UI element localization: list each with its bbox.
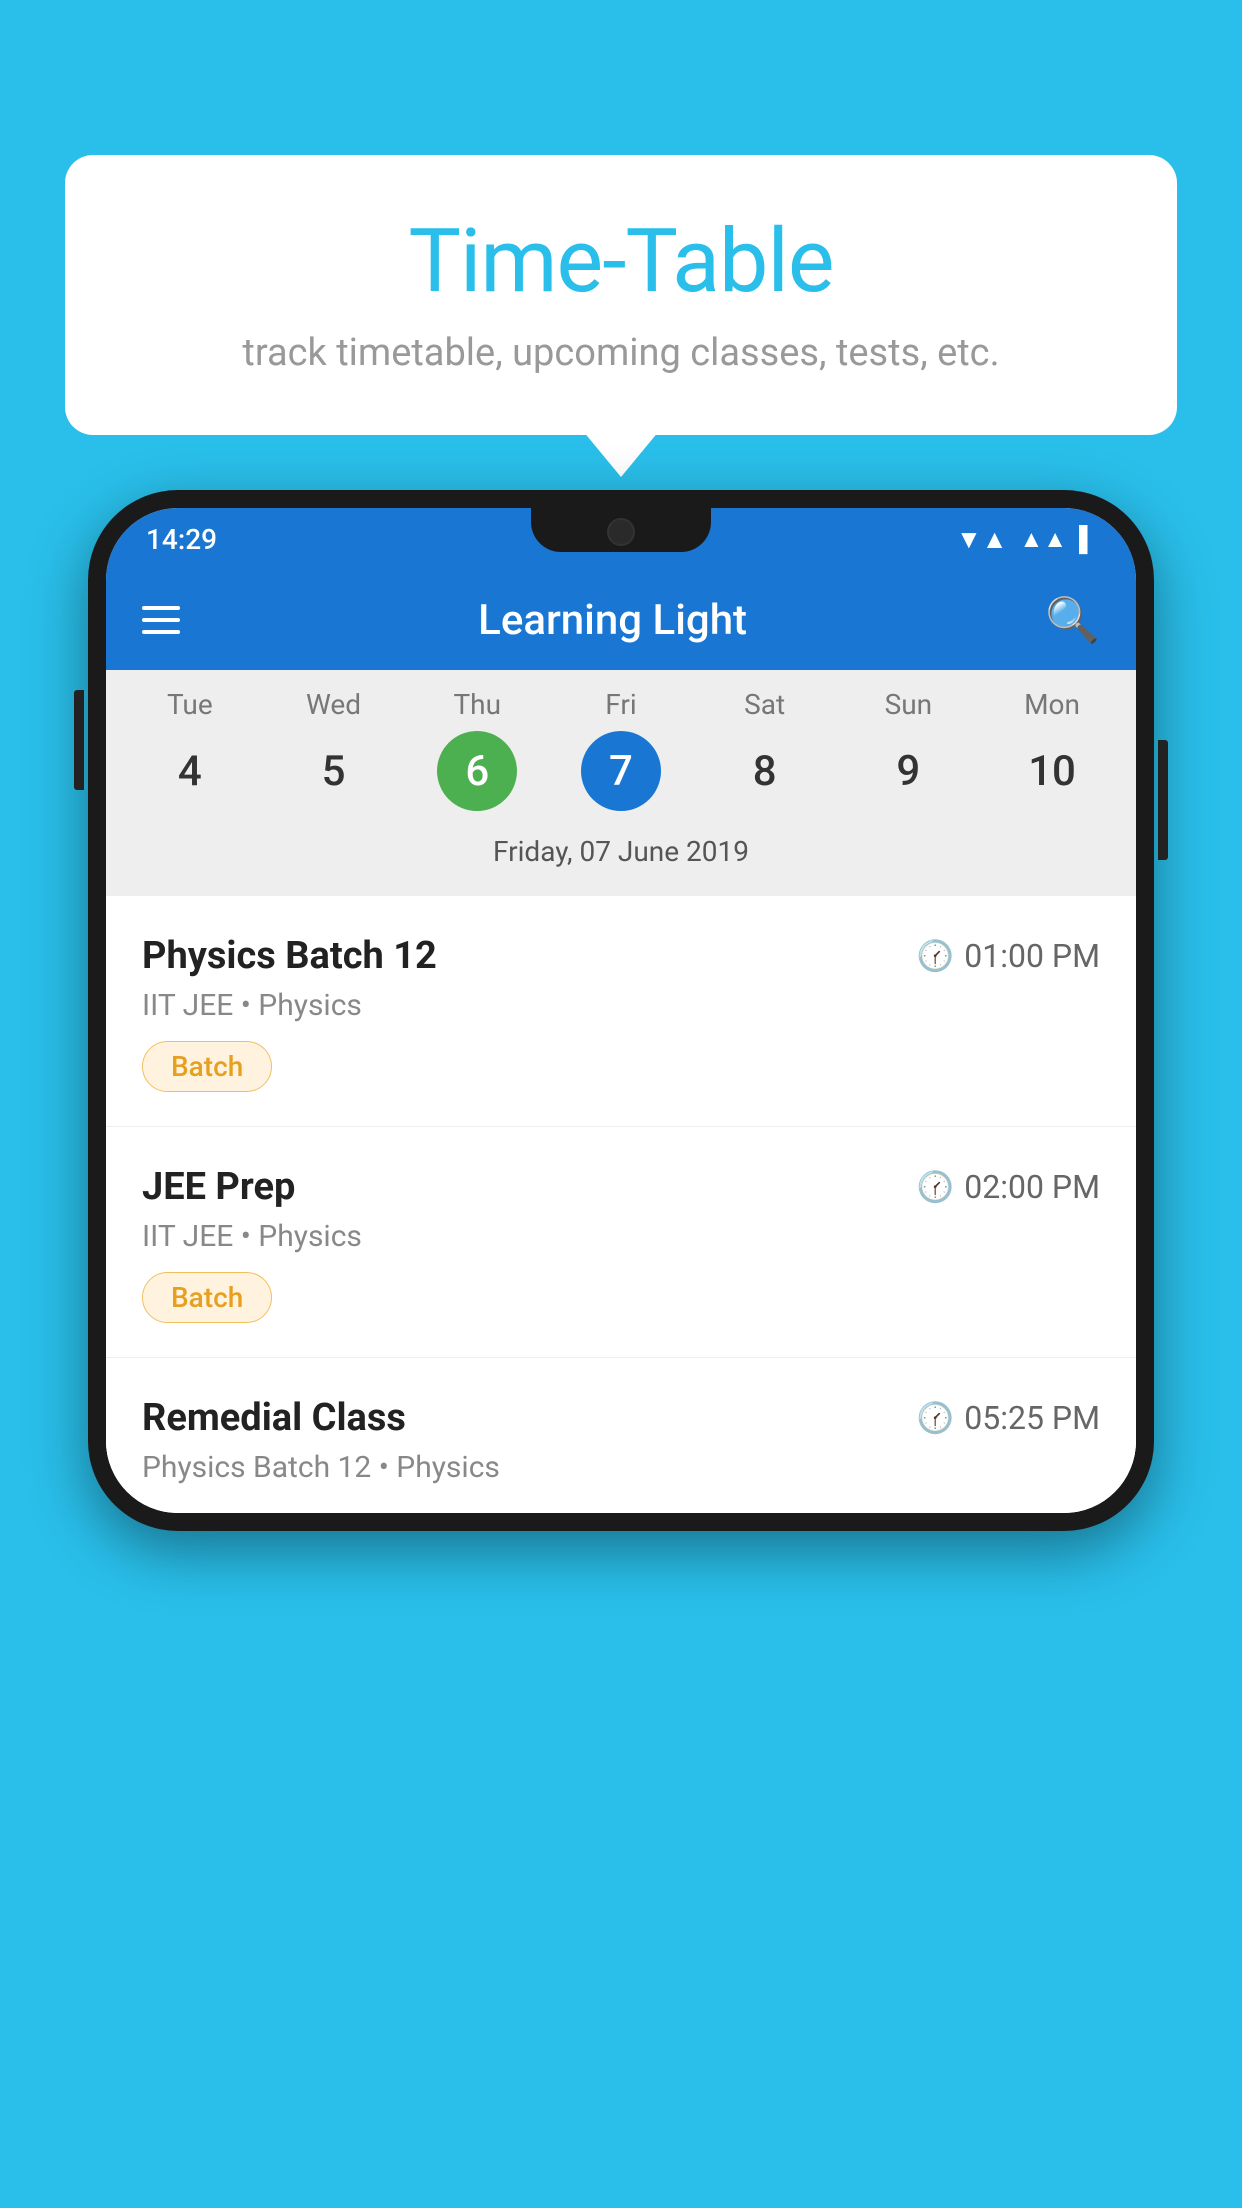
day-num-sun: 9 bbox=[868, 731, 948, 811]
schedule-item-3[interactable]: Remedial Class 🕜 05:25 PM Physics Batch … bbox=[106, 1358, 1136, 1513]
schedule-item-1-sub: IIT JEE • Physics bbox=[142, 988, 1100, 1023]
phone-camera bbox=[607, 518, 635, 546]
speech-bubble: Time-Table track timetable, upcoming cla… bbox=[65, 155, 1177, 435]
day-num-thu: 6 bbox=[437, 731, 517, 811]
day-num-wed: 5 bbox=[294, 731, 374, 811]
calendar-days-row: Tue 4 Wed 5 Thu 6 Fri 7 bbox=[106, 688, 1136, 811]
schedule-item-1-name: Physics Batch 12 bbox=[142, 934, 437, 978]
phone-button-right bbox=[1158, 740, 1168, 860]
phone-mockup: 14:29 ▼▲ ▲▲ ▌ Learning Light 🔍 bbox=[88, 490, 1154, 1531]
schedule-item-1-time: 🕜 01:00 PM bbox=[917, 937, 1100, 975]
schedule-item-2[interactable]: JEE Prep 🕜 02:00 PM IIT JEE • Physics Ba… bbox=[106, 1127, 1136, 1358]
phone-frame: 14:29 ▼▲ ▲▲ ▌ Learning Light 🔍 bbox=[88, 490, 1154, 1531]
schedule-item-2-time: 🕜 02:00 PM bbox=[917, 1168, 1100, 1206]
day-name-wed: Wed bbox=[306, 688, 361, 721]
schedule-item-1-badge: Batch bbox=[142, 1041, 272, 1092]
calendar-day-sat[interactable]: Sat 8 bbox=[700, 688, 830, 811]
schedule-item-2-time-text: 02:00 PM bbox=[964, 1168, 1100, 1206]
day-num-sat: 8 bbox=[725, 731, 805, 811]
clock-icon-2: 🕜 bbox=[917, 1170, 954, 1205]
schedule-item-3-sub: Physics Batch 12 • Physics bbox=[142, 1450, 1100, 1485]
calendar-day-tue[interactable]: Tue 4 bbox=[125, 688, 255, 811]
app-bar: Learning Light 🔍 bbox=[106, 570, 1136, 670]
day-num-tue: 4 bbox=[150, 731, 230, 811]
schedule-list: Physics Batch 12 🕜 01:00 PM IIT JEE • Ph… bbox=[106, 896, 1136, 1513]
battery-icon: ▌ bbox=[1079, 525, 1096, 554]
day-name-thu: Thu bbox=[453, 688, 501, 721]
schedule-item-3-time: 🕜 05:25 PM bbox=[917, 1399, 1100, 1437]
calendar: Tue 4 Wed 5 Thu 6 Fri 7 bbox=[106, 670, 1136, 896]
calendar-day-thu[interactable]: Thu 6 bbox=[412, 688, 542, 811]
signal-icon: ▲▲ bbox=[1019, 525, 1067, 554]
bubble-title: Time-Table bbox=[105, 210, 1137, 313]
speech-bubble-container: Time-Table track timetable, upcoming cla… bbox=[65, 155, 1177, 435]
calendar-day-fri[interactable]: Fri 7 bbox=[556, 688, 686, 811]
phone-button-left bbox=[74, 690, 84, 790]
schedule-item-2-header: JEE Prep 🕜 02:00 PM bbox=[142, 1165, 1100, 1209]
day-name-mon: Mon bbox=[1024, 688, 1080, 721]
day-name-fri: Fri bbox=[605, 688, 636, 721]
day-name-sat: Sat bbox=[744, 688, 785, 721]
schedule-item-2-badge: Batch bbox=[142, 1272, 272, 1323]
schedule-item-1-time-text: 01:00 PM bbox=[964, 937, 1100, 975]
calendar-day-mon[interactable]: Mon 10 bbox=[987, 688, 1117, 811]
day-name-sun: Sun bbox=[885, 688, 933, 721]
status-time: 14:29 bbox=[146, 523, 217, 556]
calendar-day-sun[interactable]: Sun 9 bbox=[843, 688, 973, 811]
bubble-subtitle: track timetable, upcoming classes, tests… bbox=[105, 331, 1137, 375]
day-name-tue: Tue bbox=[167, 688, 213, 721]
schedule-item-1[interactable]: Physics Batch 12 🕜 01:00 PM IIT JEE • Ph… bbox=[106, 896, 1136, 1127]
wifi-icon: ▼▲ bbox=[956, 524, 1007, 555]
schedule-item-3-time-text: 05:25 PM bbox=[964, 1399, 1100, 1437]
schedule-item-3-header: Remedial Class 🕜 05:25 PM bbox=[142, 1396, 1100, 1440]
schedule-item-2-name: JEE Prep bbox=[142, 1165, 295, 1209]
schedule-item-2-sub: IIT JEE • Physics bbox=[142, 1219, 1100, 1254]
clock-icon-3: 🕜 bbox=[917, 1401, 954, 1436]
phone-screen: 14:29 ▼▲ ▲▲ ▌ Learning Light 🔍 bbox=[106, 508, 1136, 1513]
clock-icon-1: 🕜 bbox=[917, 939, 954, 974]
calendar-date-label: Friday, 07 June 2019 bbox=[106, 825, 1136, 884]
day-num-fri: 7 bbox=[581, 731, 661, 811]
schedule-item-1-header: Physics Batch 12 🕜 01:00 PM bbox=[142, 934, 1100, 978]
menu-button[interactable] bbox=[142, 606, 180, 634]
search-icon[interactable]: 🔍 bbox=[1045, 594, 1100, 646]
app-title: Learning Light bbox=[478, 596, 747, 645]
status-icons: ▼▲ ▲▲ ▌ bbox=[956, 524, 1096, 555]
schedule-item-3-name: Remedial Class bbox=[142, 1396, 406, 1440]
calendar-day-wed[interactable]: Wed 5 bbox=[269, 688, 399, 811]
day-num-mon: 10 bbox=[1012, 731, 1092, 811]
